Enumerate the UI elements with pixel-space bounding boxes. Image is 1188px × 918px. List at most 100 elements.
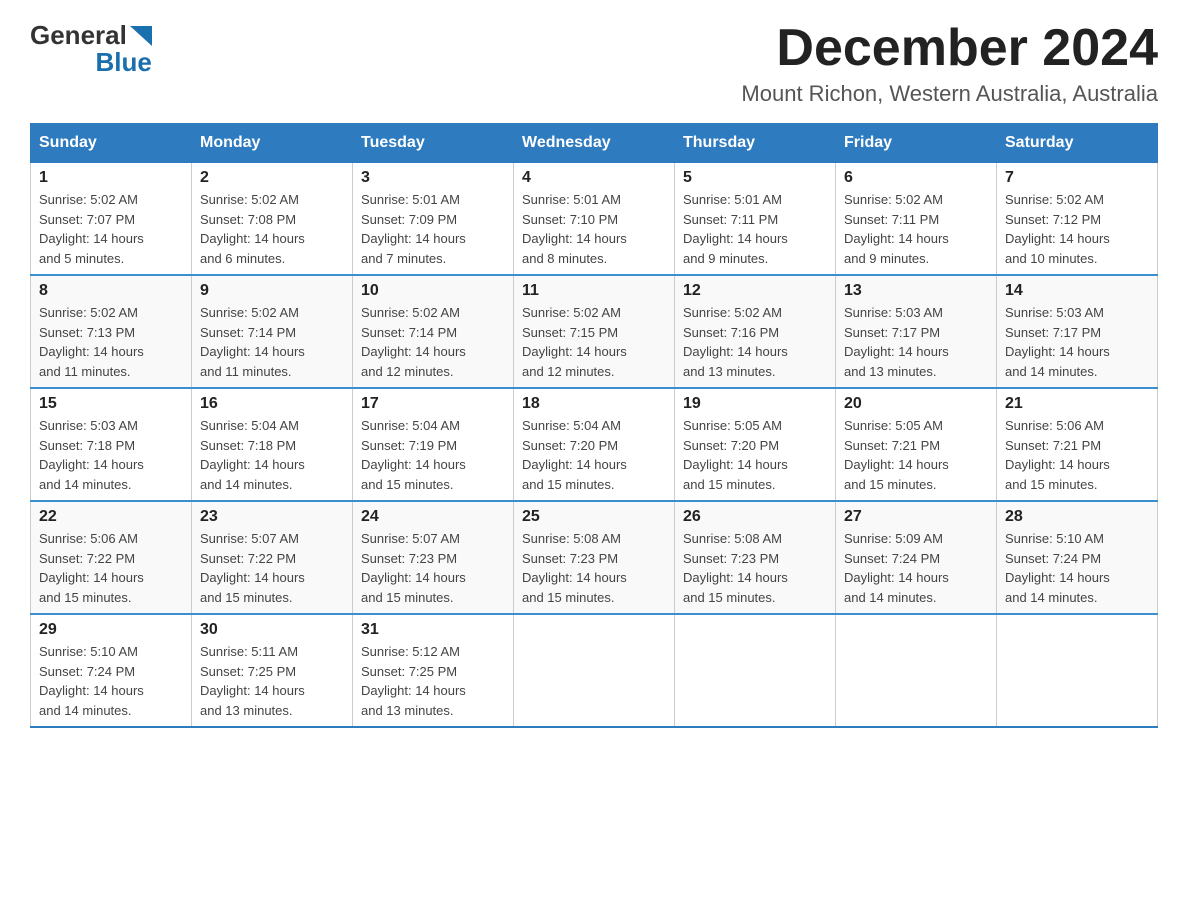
calendar-cell: 18 Sunrise: 5:04 AM Sunset: 7:20 PM Dayl…	[514, 388, 675, 501]
day-info: Sunrise: 5:02 AM Sunset: 7:07 PM Dayligh…	[39, 192, 144, 266]
logo-blue-text: Blue	[95, 47, 151, 78]
calendar-cell: 20 Sunrise: 5:05 AM Sunset: 7:21 PM Dayl…	[836, 388, 997, 501]
day-info: Sunrise: 5:09 AM Sunset: 7:24 PM Dayligh…	[844, 531, 949, 605]
calendar-cell: 1 Sunrise: 5:02 AM Sunset: 7:07 PM Dayli…	[31, 163, 192, 276]
day-number: 22	[39, 508, 183, 526]
day-number: 18	[522, 395, 666, 413]
calendar-table: SundayMondayTuesdayWednesdayThursdayFrid…	[30, 123, 1158, 728]
day-number: 6	[844, 169, 988, 187]
calendar-cell: 7 Sunrise: 5:02 AM Sunset: 7:12 PM Dayli…	[997, 163, 1158, 276]
day-number: 25	[522, 508, 666, 526]
calendar-cell: 9 Sunrise: 5:02 AM Sunset: 7:14 PM Dayli…	[192, 275, 353, 388]
logo-icon: General Blue	[30, 20, 152, 78]
weekday-header-row: SundayMondayTuesdayWednesdayThursdayFrid…	[31, 124, 1158, 163]
day-number: 1	[39, 169, 183, 187]
calendar-cell: 4 Sunrise: 5:01 AM Sunset: 7:10 PM Dayli…	[514, 163, 675, 276]
weekday-header-thursday: Thursday	[675, 124, 836, 163]
day-number: 20	[844, 395, 988, 413]
day-number: 9	[200, 282, 344, 300]
day-info: Sunrise: 5:04 AM Sunset: 7:20 PM Dayligh…	[522, 418, 627, 492]
weekday-header-saturday: Saturday	[997, 124, 1158, 163]
calendar-cell: 31 Sunrise: 5:12 AM Sunset: 7:25 PM Dayl…	[353, 614, 514, 727]
calendar-cell	[836, 614, 997, 727]
calendar-cell: 22 Sunrise: 5:06 AM Sunset: 7:22 PM Dayl…	[31, 501, 192, 614]
day-info: Sunrise: 5:07 AM Sunset: 7:23 PM Dayligh…	[361, 531, 466, 605]
month-title: December 2024	[741, 20, 1158, 77]
calendar-cell: 15 Sunrise: 5:03 AM Sunset: 7:18 PM Dayl…	[31, 388, 192, 501]
day-info: Sunrise: 5:03 AM Sunset: 7:18 PM Dayligh…	[39, 418, 144, 492]
day-number: 14	[1005, 282, 1149, 300]
day-info: Sunrise: 5:01 AM Sunset: 7:09 PM Dayligh…	[361, 192, 466, 266]
calendar-header: SundayMondayTuesdayWednesdayThursdayFrid…	[31, 124, 1158, 163]
week-row-4: 22 Sunrise: 5:06 AM Sunset: 7:22 PM Dayl…	[31, 501, 1158, 614]
day-number: 28	[1005, 508, 1149, 526]
calendar-cell: 12 Sunrise: 5:02 AM Sunset: 7:16 PM Dayl…	[675, 275, 836, 388]
calendar-cell: 23 Sunrise: 5:07 AM Sunset: 7:22 PM Dayl…	[192, 501, 353, 614]
calendar-cell: 30 Sunrise: 5:11 AM Sunset: 7:25 PM Dayl…	[192, 614, 353, 727]
day-info: Sunrise: 5:02 AM Sunset: 7:16 PM Dayligh…	[683, 305, 788, 379]
day-info: Sunrise: 5:02 AM Sunset: 7:08 PM Dayligh…	[200, 192, 305, 266]
calendar-cell: 6 Sunrise: 5:02 AM Sunset: 7:11 PM Dayli…	[836, 163, 997, 276]
week-row-3: 15 Sunrise: 5:03 AM Sunset: 7:18 PM Dayl…	[31, 388, 1158, 501]
day-number: 5	[683, 169, 827, 187]
day-number: 15	[39, 395, 183, 413]
day-number: 2	[200, 169, 344, 187]
weekday-header-monday: Monday	[192, 124, 353, 163]
day-number: 16	[200, 395, 344, 413]
calendar-cell: 28 Sunrise: 5:10 AM Sunset: 7:24 PM Dayl…	[997, 501, 1158, 614]
day-number: 10	[361, 282, 505, 300]
calendar-cell: 5 Sunrise: 5:01 AM Sunset: 7:11 PM Dayli…	[675, 163, 836, 276]
calendar-cell: 21 Sunrise: 5:06 AM Sunset: 7:21 PM Dayl…	[997, 388, 1158, 501]
day-number: 17	[361, 395, 505, 413]
day-number: 30	[200, 621, 344, 639]
day-info: Sunrise: 5:02 AM Sunset: 7:11 PM Dayligh…	[844, 192, 949, 266]
day-info: Sunrise: 5:08 AM Sunset: 7:23 PM Dayligh…	[683, 531, 788, 605]
calendar-cell: 27 Sunrise: 5:09 AM Sunset: 7:24 PM Dayl…	[836, 501, 997, 614]
day-info: Sunrise: 5:02 AM Sunset: 7:12 PM Dayligh…	[1005, 192, 1110, 266]
calendar-cell: 10 Sunrise: 5:02 AM Sunset: 7:14 PM Dayl…	[353, 275, 514, 388]
calendar-cell: 29 Sunrise: 5:10 AM Sunset: 7:24 PM Dayl…	[31, 614, 192, 727]
day-info: Sunrise: 5:06 AM Sunset: 7:21 PM Dayligh…	[1005, 418, 1110, 492]
weekday-header-sunday: Sunday	[31, 124, 192, 163]
day-info: Sunrise: 5:05 AM Sunset: 7:20 PM Dayligh…	[683, 418, 788, 492]
weekday-header-friday: Friday	[836, 124, 997, 163]
calendar-cell: 8 Sunrise: 5:02 AM Sunset: 7:13 PM Dayli…	[31, 275, 192, 388]
day-info: Sunrise: 5:10 AM Sunset: 7:24 PM Dayligh…	[1005, 531, 1110, 605]
location-title: Mount Richon, Western Australia, Austral…	[741, 81, 1158, 107]
day-info: Sunrise: 5:06 AM Sunset: 7:22 PM Dayligh…	[39, 531, 144, 605]
calendar-cell: 17 Sunrise: 5:04 AM Sunset: 7:19 PM Dayl…	[353, 388, 514, 501]
day-info: Sunrise: 5:07 AM Sunset: 7:22 PM Dayligh…	[200, 531, 305, 605]
header: General Blue December 2024 Mount Richon,…	[30, 20, 1158, 107]
day-info: Sunrise: 5:12 AM Sunset: 7:25 PM Dayligh…	[361, 644, 466, 718]
day-info: Sunrise: 5:05 AM Sunset: 7:21 PM Dayligh…	[844, 418, 949, 492]
day-number: 21	[1005, 395, 1149, 413]
day-info: Sunrise: 5:01 AM Sunset: 7:11 PM Dayligh…	[683, 192, 788, 266]
day-number: 29	[39, 621, 183, 639]
day-number: 4	[522, 169, 666, 187]
day-number: 13	[844, 282, 988, 300]
day-number: 12	[683, 282, 827, 300]
day-number: 11	[522, 282, 666, 300]
day-number: 7	[1005, 169, 1149, 187]
calendar-cell: 13 Sunrise: 5:03 AM Sunset: 7:17 PM Dayl…	[836, 275, 997, 388]
calendar-cell: 3 Sunrise: 5:01 AM Sunset: 7:09 PM Dayli…	[353, 163, 514, 276]
day-info: Sunrise: 5:03 AM Sunset: 7:17 PM Dayligh…	[1005, 305, 1110, 379]
weekday-header-wednesday: Wednesday	[514, 124, 675, 163]
day-info: Sunrise: 5:02 AM Sunset: 7:13 PM Dayligh…	[39, 305, 144, 379]
calendar-cell	[997, 614, 1158, 727]
calendar-cell: 14 Sunrise: 5:03 AM Sunset: 7:17 PM Dayl…	[997, 275, 1158, 388]
day-number: 31	[361, 621, 505, 639]
day-info: Sunrise: 5:04 AM Sunset: 7:18 PM Dayligh…	[200, 418, 305, 492]
logo-triangle-icon	[130, 26, 152, 46]
calendar-cell: 25 Sunrise: 5:08 AM Sunset: 7:23 PM Dayl…	[514, 501, 675, 614]
day-info: Sunrise: 5:08 AM Sunset: 7:23 PM Dayligh…	[522, 531, 627, 605]
day-info: Sunrise: 5:01 AM Sunset: 7:10 PM Dayligh…	[522, 192, 627, 266]
day-info: Sunrise: 5:02 AM Sunset: 7:14 PM Dayligh…	[200, 305, 305, 379]
logo: General Blue	[30, 20, 152, 78]
calendar-cell	[675, 614, 836, 727]
day-info: Sunrise: 5:02 AM Sunset: 7:14 PM Dayligh…	[361, 305, 466, 379]
calendar-cell: 2 Sunrise: 5:02 AM Sunset: 7:08 PM Dayli…	[192, 163, 353, 276]
calendar-cell: 11 Sunrise: 5:02 AM Sunset: 7:15 PM Dayl…	[514, 275, 675, 388]
week-row-2: 8 Sunrise: 5:02 AM Sunset: 7:13 PM Dayli…	[31, 275, 1158, 388]
day-info: Sunrise: 5:04 AM Sunset: 7:19 PM Dayligh…	[361, 418, 466, 492]
